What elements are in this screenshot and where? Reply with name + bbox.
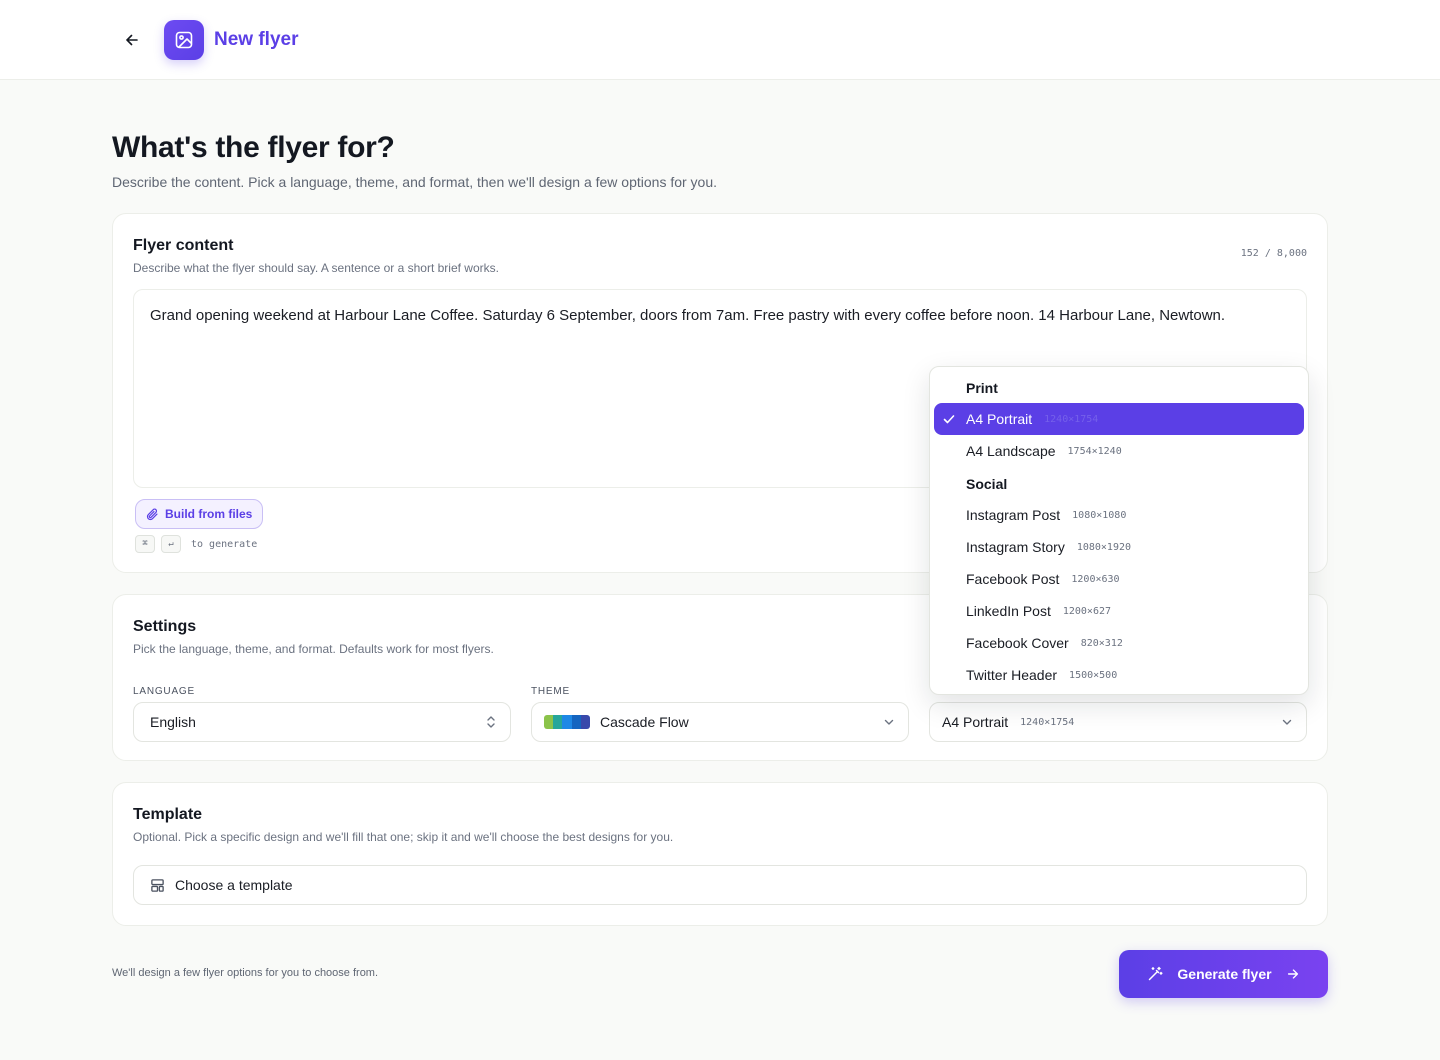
template-card: Template Optional. Pick a specific desig… bbox=[112, 782, 1328, 926]
format-option-a4-portrait[interactable]: A4 Portrait 1240×1754 bbox=[934, 403, 1304, 435]
swatch-color-5 bbox=[580, 715, 590, 729]
chevron-down-icon bbox=[882, 715, 896, 729]
command-key: ⌘ bbox=[135, 535, 155, 553]
app-title: New flyer bbox=[214, 29, 299, 50]
format-option-dims: 1500×500 bbox=[1069, 669, 1118, 681]
settings-title: Settings bbox=[133, 618, 197, 635]
format-option-label: Facebook Cover bbox=[966, 635, 1069, 651]
generate-flyer-label: Generate flyer bbox=[1177, 966, 1272, 982]
template-description: Optional. Pick a specific design and we'… bbox=[133, 830, 674, 844]
format-option-instagram-post[interactable]: Instagram Post 1080×1080 bbox=[934, 499, 1304, 531]
magic-wand-icon bbox=[1149, 966, 1163, 981]
settings-description: Pick the language, theme, and format. De… bbox=[133, 642, 494, 656]
format-option-facebook-post[interactable]: Facebook Post 1200×630 bbox=[934, 563, 1304, 595]
back-button[interactable] bbox=[116, 24, 148, 56]
theme-swatch bbox=[544, 715, 590, 729]
format-option-twitter-header[interactable]: Twitter Header 1500×500 bbox=[934, 659, 1304, 691]
top-bar: New flyer bbox=[0, 0, 1440, 80]
swatch-color-4 bbox=[571, 715, 581, 729]
check-icon bbox=[943, 415, 955, 424]
theme-select[interactable]: Cascade Flow bbox=[531, 702, 909, 742]
keyboard-shortcut-hint: ⌘ ↵ to generate bbox=[135, 535, 257, 553]
swatch-color-1 bbox=[544, 715, 554, 729]
character-counter: 152 / 8,000 bbox=[1240, 248, 1307, 259]
format-dropdown-menu: Print A4 Portrait 1240×1754 A4 Landscape… bbox=[929, 366, 1309, 695]
build-from-files-button[interactable]: Build from files bbox=[135, 499, 264, 529]
format-option-dims: 1200×630 bbox=[1071, 573, 1120, 585]
dropdown-group-social: Social bbox=[966, 476, 1008, 492]
format-option-linkedin-post[interactable]: LinkedIn Post 1200×627 bbox=[934, 595, 1304, 627]
format-option-dims: 1240×1754 bbox=[1044, 413, 1099, 425]
flyer-content-description: Describe what the flyer should say. A se… bbox=[133, 261, 499, 275]
shortcut-hint-text: to generate bbox=[191, 538, 258, 550]
swatch-color-3 bbox=[562, 715, 572, 729]
format-option-label: Facebook Post bbox=[966, 571, 1060, 587]
page-subtitle: Describe the content. Pick a language, t… bbox=[112, 174, 718, 190]
template-title: Template bbox=[133, 806, 203, 823]
format-option-facebook-cover[interactable]: Facebook Cover 820×312 bbox=[934, 627, 1304, 659]
page-title: What's the flyer for? bbox=[112, 131, 395, 164]
image-icon bbox=[164, 20, 204, 60]
format-option-label: Twitter Header bbox=[966, 667, 1058, 683]
flyer-content-title: Flyer content bbox=[133, 237, 234, 254]
format-option-dims: 1754×1240 bbox=[1067, 445, 1122, 457]
format-option-label: Instagram Story bbox=[966, 539, 1065, 555]
choose-template-label: Choose a template bbox=[175, 877, 293, 893]
format-option-label: Instagram Post bbox=[966, 507, 1061, 523]
swatch-color-2 bbox=[553, 715, 563, 729]
layout-template-icon bbox=[151, 878, 164, 892]
arrow-left-icon bbox=[126, 34, 138, 46]
chevron-up-down-icon bbox=[484, 715, 498, 729]
format-option-a4-landscape[interactable]: A4 Landscape 1754×1240 bbox=[934, 435, 1304, 467]
format-option-label: LinkedIn Post bbox=[966, 603, 1051, 619]
build-from-files-label: Build from files bbox=[165, 507, 253, 521]
dropdown-group-print: Print bbox=[966, 380, 998, 396]
language-value: English bbox=[150, 714, 196, 730]
language-select[interactable]: English bbox=[133, 702, 511, 742]
format-option-dims: 1200×627 bbox=[1062, 605, 1112, 617]
theme-label: Theme bbox=[531, 686, 570, 697]
footer-note: We'll design a few flyer options for you… bbox=[112, 967, 379, 979]
arrow-right-icon bbox=[1287, 969, 1298, 979]
format-option-label: A4 Landscape bbox=[966, 443, 1056, 459]
enter-key: ↵ bbox=[161, 535, 181, 553]
generate-flyer-button[interactable]: Generate flyer bbox=[1119, 950, 1328, 998]
format-dims: 1240×1754 bbox=[1020, 716, 1075, 728]
format-option-dims: 1080×1920 bbox=[1076, 541, 1132, 553]
chevron-down-icon bbox=[1280, 715, 1294, 729]
theme-value: Cascade Flow bbox=[600, 714, 689, 730]
format-value: A4 Portrait bbox=[942, 714, 1009, 730]
format-option-label: A4 Portrait bbox=[966, 411, 1033, 427]
format-option-dims: 1080×1080 bbox=[1072, 509, 1127, 521]
format-option-instagram-story[interactable]: Instagram Story 1080×1920 bbox=[934, 531, 1304, 563]
format-select[interactable]: A4 Portrait 1240×1754 bbox=[929, 702, 1307, 742]
paperclip-icon bbox=[146, 508, 158, 520]
language-label: Language bbox=[133, 686, 195, 697]
format-option-dims: 820×312 bbox=[1080, 637, 1123, 649]
choose-template-button[interactable]: Choose a template bbox=[133, 865, 1307, 905]
